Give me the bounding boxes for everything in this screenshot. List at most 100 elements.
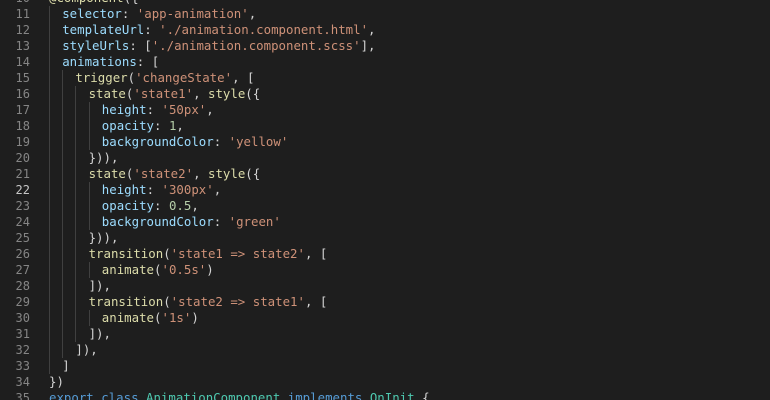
code-line[interactable]: 34}) (0, 374, 770, 390)
code-line[interactable]: 21 state('state2', style({ (0, 166, 770, 182)
code-line[interactable]: 18 opacity: 1, (0, 118, 770, 134)
indent-guide (62, 230, 64, 246)
code-token: selector (62, 6, 122, 21)
code-token: ( (127, 70, 136, 85)
line-number: 31 (15, 327, 30, 341)
code-token: })), (88, 230, 119, 245)
indent-guide (62, 214, 64, 230)
line-number: 17 (15, 103, 30, 117)
code-token: state (88, 86, 126, 101)
code-token: animate (101, 310, 155, 325)
code-line[interactable]: 12 templateUrl: './animation.component.ht… (0, 22, 770, 38)
code-line[interactable]: 23 opacity: 0.5, (0, 198, 770, 214)
indent-guide (75, 294, 77, 310)
indent-guide (49, 326, 50, 342)
code-token: height (101, 102, 147, 117)
code-line[interactable]: 24 backgroundColor: 'green' (0, 214, 770, 230)
indent-guide (88, 102, 90, 118)
code-line[interactable]: 25})), (0, 230, 770, 246)
code-line[interactable]: 13 styleUrls: ['./animation.component.scs… (0, 38, 770, 54)
indent-guide (49, 38, 50, 54)
code-token: ], (360, 38, 376, 53)
code-token: ]), (88, 326, 111, 341)
code-token: state (88, 166, 126, 181)
indent-guide (75, 166, 77, 182)
code-token: , [ (304, 294, 328, 309)
indent-guide (88, 198, 90, 214)
indent-guide (62, 342, 64, 358)
indent-guide (49, 118, 50, 134)
code-line[interactable]: 26 transition('state1 => state2', [ (0, 246, 770, 262)
code-line[interactable]: 20})), (0, 150, 770, 166)
indent-guide (62, 102, 64, 118)
indent-guide (88, 310, 90, 326)
indent-guide (49, 358, 50, 374)
indent-guide (75, 150, 77, 166)
code-token: ({ (245, 166, 261, 181)
code-line[interactable]: 30 animate('1s') (0, 310, 770, 326)
indent-guide (49, 294, 50, 310)
code-token: 'state2' (133, 166, 194, 181)
indent-guide (75, 214, 77, 230)
indent-guide (75, 278, 77, 294)
code-line[interactable]: 16 state('state1', style({ (0, 86, 770, 102)
indent-guide (62, 310, 64, 326)
code-text: ]), (75, 342, 97, 358)
code-token: : (154, 198, 169, 213)
code-editor[interactable]: 10@Component({11selector: 'app-animation… (0, 0, 770, 400)
code-line[interactable]: 11 selector: 'app-animation', (0, 6, 770, 22)
code-line[interactable]: 15 trigger('changeState', [ (0, 70, 770, 86)
code-text: styleUrls: ['./animation.component.scss'… (62, 38, 375, 54)
indent-guide (62, 198, 64, 214)
code-token: : (121, 6, 137, 21)
indent-guide (62, 294, 64, 310)
code-line[interactable]: 27 animate('0.5s') (0, 262, 770, 278)
code-token: opacity (101, 198, 155, 213)
code-token: : [ (136, 54, 160, 69)
line-number: 11 (15, 7, 30, 21)
indent-guide (75, 246, 77, 262)
code-text: animate('0.5s') (102, 262, 214, 278)
code-text: ] (62, 358, 69, 374)
line-number: 12 (15, 23, 30, 37)
code-text: })), (89, 230, 119, 246)
code-line[interactable]: 14 animations: [ (0, 54, 770, 70)
code-text: templateUrl: './animation.component.html… (62, 22, 375, 38)
code-token: class (101, 390, 139, 400)
indent-guide (49, 214, 50, 230)
indent-guide (75, 102, 77, 118)
code-token: })), (88, 150, 119, 165)
code-line[interactable]: 22 height: '300px', (0, 182, 770, 198)
code-line[interactable]: 28]), (0, 278, 770, 294)
line-number: 13 (15, 39, 30, 53)
code-token: height (101, 182, 147, 197)
code-token: ] (62, 358, 70, 373)
code-token: 'app-animation' (136, 6, 249, 21)
code-token: transition (88, 294, 164, 309)
code-text: transition('state1 => state2', [ (89, 246, 328, 262)
line-number: 32 (15, 343, 30, 357)
indent-guide (49, 246, 50, 262)
code-line[interactable]: 29 transition('state2 => state1', [ (0, 294, 770, 310)
indent-guide (62, 134, 64, 150)
code-token: , (213, 182, 222, 197)
code-token: : (146, 182, 162, 197)
code-line[interactable]: 17 height: '50px', (0, 102, 770, 118)
indent-guide (62, 118, 64, 134)
code-text: })), (89, 150, 119, 166)
code-token: '1s' (161, 310, 192, 325)
indent-guide (49, 134, 50, 150)
code-token: templateUrl (62, 22, 145, 37)
code-line[interactable]: 19 backgroundColor: 'yellow' (0, 134, 770, 150)
line-number: 35 (15, 391, 30, 400)
code-token: opacity (101, 118, 155, 133)
code-line[interactable]: 31]), (0, 326, 770, 342)
code-line[interactable]: 33] (0, 358, 770, 374)
line-number: 29 (15, 295, 30, 309)
line-number: 15 (15, 71, 30, 85)
code-line[interactable]: 32]), (0, 342, 770, 358)
code-line[interactable]: 35 export class AnimationComponent implem… (0, 390, 770, 400)
code-token: , (193, 166, 208, 181)
indent-guide (62, 166, 64, 182)
